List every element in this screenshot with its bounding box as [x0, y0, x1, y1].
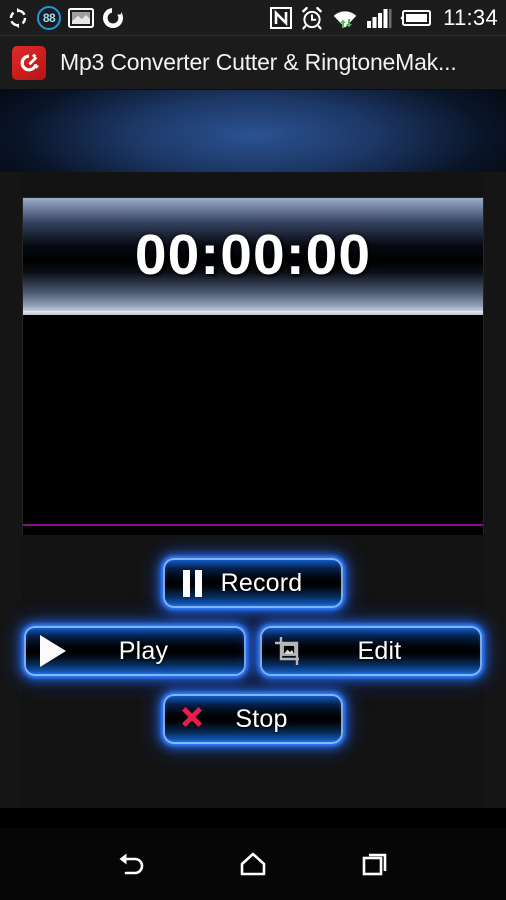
- waveform-area[interactable]: [23, 315, 483, 535]
- audio-editor-area: 00:00:00: [22, 197, 484, 535]
- signal-icon: [367, 8, 392, 28]
- pause-icon: [170, 569, 214, 597]
- button-row-record: Record: [22, 558, 484, 608]
- status-bar-right-icons: 11:34: [270, 5, 498, 31]
- battery-level-icon: 88: [37, 5, 61, 30]
- app-title-bar: Mp3 Converter Cutter & RingtoneMak...: [0, 36, 506, 90]
- recent-apps-icon[interactable]: [343, 838, 407, 890]
- timer-display: 00:00:00: [23, 198, 483, 311]
- status-bar: 88 11:34: [0, 0, 506, 36]
- nfc-icon: [270, 6, 293, 29]
- status-clock: 11:34: [443, 4, 498, 30]
- crop-image-icon: [267, 635, 311, 667]
- play-button-label: Play: [118, 636, 169, 665]
- button-row-stop: Stop: [22, 694, 484, 744]
- alarm-icon: [302, 6, 322, 29]
- record-button-label: Record: [220, 568, 303, 597]
- play-icon: [31, 635, 75, 667]
- wifi-icon: [333, 10, 357, 28]
- stop-button-label: Stop: [235, 704, 288, 733]
- page-title: Mp3 Converter Cutter & RingtoneMak...: [60, 49, 457, 75]
- sync-icon: [9, 7, 27, 28]
- android-nav-bar: [0, 828, 506, 900]
- edit-button-label: Edit: [357, 636, 402, 665]
- button-row-play-edit: Play Edit: [22, 626, 484, 676]
- home-icon[interactable]: [221, 838, 285, 890]
- timer-value: 00:00:00: [134, 222, 372, 287]
- control-buttons: Record Play Edit Stop: [22, 558, 484, 762]
- play-button[interactable]: Play: [24, 626, 246, 676]
- battery-icon: [400, 9, 432, 26]
- back-icon[interactable]: [99, 838, 163, 890]
- ad-banner[interactable]: [0, 90, 506, 172]
- record-button[interactable]: Record: [163, 558, 343, 608]
- screenshot-icon: [68, 7, 94, 28]
- close-x-icon: [170, 703, 214, 735]
- status-bar-left-icons: 88: [6, 5, 125, 30]
- app-logo-icon: [12, 45, 46, 80]
- edit-button[interactable]: Edit: [260, 626, 482, 676]
- rotation-icon: [103, 7, 123, 28]
- waveform-baseline: [23, 524, 483, 526]
- stop-button[interactable]: Stop: [163, 694, 343, 744]
- main-content-panel: 00:00:00 Record Play Edit Stop: [0, 172, 506, 808]
